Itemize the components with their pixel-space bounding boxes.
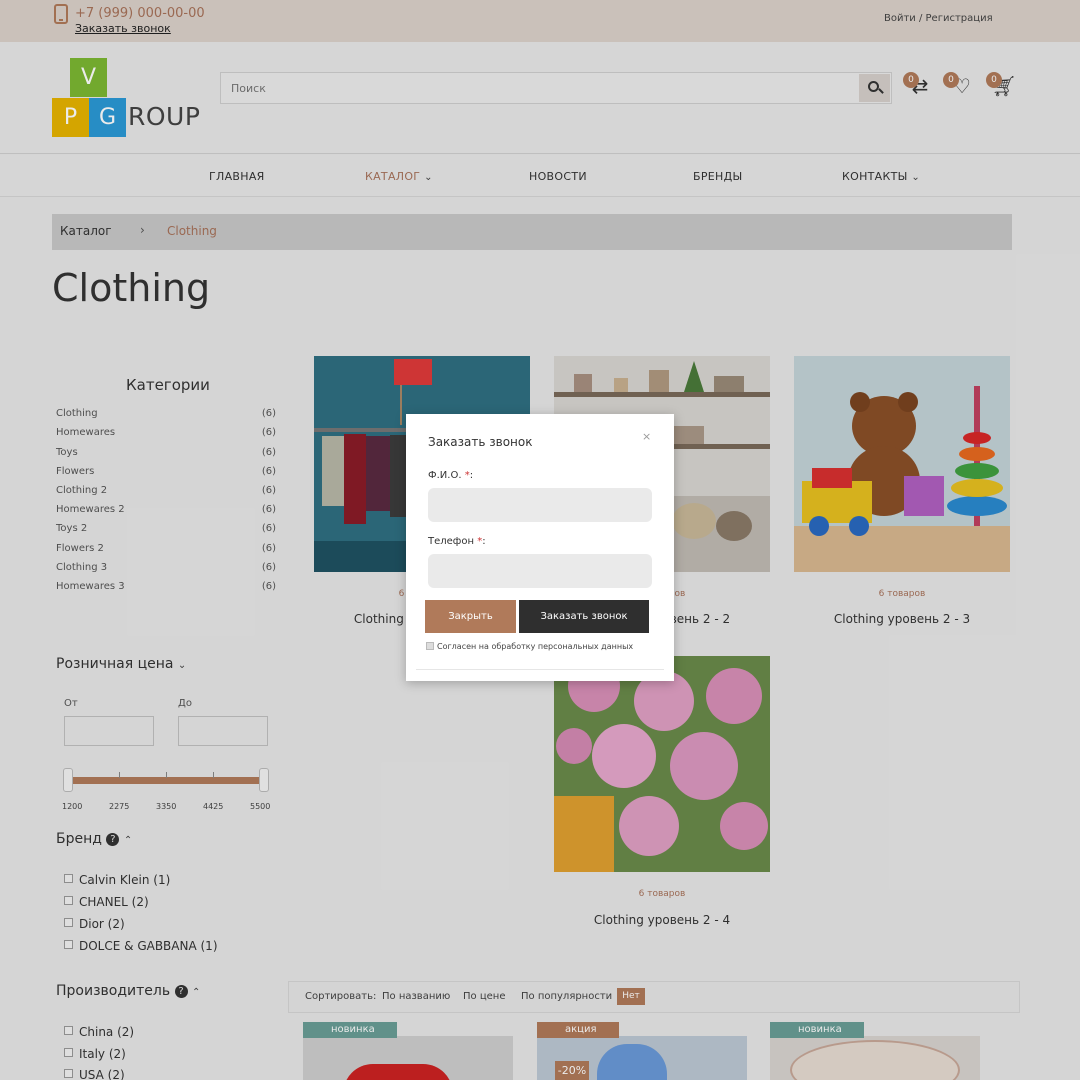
name-field-label: Ф.И.О. *: — [428, 470, 473, 481]
label-colon: : — [469, 470, 474, 481]
order-call-button[interactable]: Заказать звонок — [519, 600, 649, 633]
modal-title: Заказать звонок — [428, 435, 533, 449]
phone-field[interactable] — [428, 554, 652, 588]
modal-divider — [416, 669, 664, 670]
consent-checkbox[interactable] — [426, 642, 434, 650]
name-field[interactable] — [428, 488, 652, 522]
label-text: Ф.И.О. — [428, 470, 462, 481]
close-icon[interactable]: × — [642, 430, 651, 443]
consent-label: Согласен на обработку персональных данны… — [437, 642, 634, 651]
label-text: Телефон — [428, 536, 475, 547]
label-colon: : — [482, 536, 486, 547]
close-button[interactable]: Закрыть — [425, 600, 516, 633]
callback-modal: Заказать звонок × Ф.И.О. *: Телефон *: З… — [406, 414, 674, 681]
consent-checkbox-row[interactable]: Согласен на обработку персональных данны… — [426, 642, 633, 651]
phone-field-label: Телефон *: — [428, 536, 486, 547]
